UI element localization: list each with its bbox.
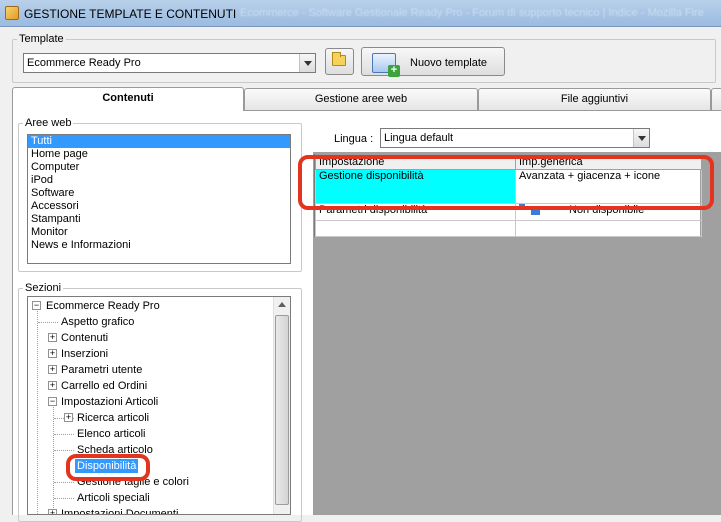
tree-node[interactable]: Contenuti: [61, 331, 108, 345]
tree-node[interactable]: Inserzioni: [61, 347, 108, 361]
tab-gestione-aree-web[interactable]: Gestione aree web: [244, 88, 478, 110]
tree-node[interactable]: Articoli speciali: [77, 491, 150, 505]
list-item[interactable]: Software: [28, 187, 290, 200]
new-template-icon: [372, 53, 400, 77]
chevron-down-icon[interactable]: [633, 129, 649, 147]
list-item[interactable]: Stampanti: [28, 213, 290, 226]
window-title: GESTIONE TEMPLATE E CONTENUTI: [24, 7, 237, 21]
window-titlebar[interactable]: GESTIONE TEMPLATE E CONTENUTI Ecommerce …: [0, 0, 721, 27]
tree-node[interactable]: Impostazioni Documenti: [61, 507, 178, 514]
sezioni-legend: Sezioni: [25, 282, 62, 294]
collapse-icon[interactable]: −: [48, 397, 57, 406]
template-select-value: Ecommerce Ready Pro: [27, 57, 141, 69]
template-select[interactable]: Ecommerce Ready Pro: [23, 53, 316, 73]
expand-icon[interactable]: +: [48, 381, 57, 390]
collapse-icon[interactable]: −: [32, 301, 41, 310]
tree-node[interactable]: Aspetto grafico: [61, 315, 134, 329]
expand-icon[interactable]: +: [48, 509, 57, 514]
table-cell[interactable]: Parametri disponibilità: [315, 203, 516, 221]
tree-node[interactable]: Carrello ed Ordini: [61, 379, 147, 393]
table-row[interactable]: [315, 220, 702, 237]
list-item[interactable]: Tutti: [28, 135, 290, 148]
tree-node[interactable]: Ricerca articoli: [77, 411, 149, 425]
tree-guide: [54, 450, 74, 451]
table-cell[interactable]: Non disponibile: [515, 203, 702, 221]
list-item[interactable]: Monitor: [28, 226, 290, 239]
list-item[interactable]: Accessori: [28, 200, 290, 213]
open-folder-button[interactable]: [325, 48, 354, 75]
sezioni-scrollbar[interactable]: [273, 297, 290, 514]
tree-guide: [38, 322, 58, 323]
expand-icon[interactable]: +: [64, 413, 73, 422]
scroll-thumb[interactable]: [275, 315, 289, 505]
tree-node[interactable]: Elenco articoli: [77, 427, 145, 441]
tab-file-aggiuntivi[interactable]: File aggiuntivi: [478, 88, 711, 110]
expand-icon[interactable]: +: [48, 349, 57, 358]
list-item[interactable]: iPod: [28, 174, 290, 187]
table-cell[interactable]: Avanzata + giacenza + icone: [515, 169, 702, 204]
tree-node[interactable]: Impostazioni Articoli: [61, 395, 158, 409]
tab-contenuti[interactable]: Contenuti: [12, 87, 244, 111]
list-item[interactable]: News e Informazioni: [28, 239, 290, 252]
list-item[interactable]: Computer: [28, 161, 290, 174]
aree-web-list[interactable]: Tutti Home page Computer iPod Software A…: [27, 134, 291, 264]
lingua-select[interactable]: Lingua default: [380, 128, 650, 148]
app-icon: [5, 6, 19, 20]
template-legend: Template: [19, 33, 64, 45]
chevron-down-icon[interactable]: [299, 54, 315, 72]
tree-node-selected[interactable]: Disponibilità: [75, 459, 139, 473]
tree-guide: [54, 498, 74, 499]
column-header-impostazione[interactable]: Impostazione: [315, 154, 516, 170]
table-cell[interactable]: [515, 220, 702, 237]
scroll-up-icon[interactable]: [274, 297, 290, 313]
table-cell[interactable]: Gestione disponibilità: [315, 169, 516, 204]
expand-icon[interactable]: +: [48, 333, 57, 342]
settings-grid[interactable]: Impostazione Imp.generica Gestione dispo…: [314, 154, 702, 237]
sezioni-tree[interactable]: − Ecommerce Ready Pro Aspetto grafico + …: [27, 296, 291, 515]
column-header-imp-generica[interactable]: Imp.generica: [515, 154, 702, 170]
lingua-select-value: Lingua default: [384, 132, 454, 144]
list-item[interactable]: Home page: [28, 148, 290, 161]
tree-guide: [37, 311, 38, 514]
availability-value: Non disponibile: [569, 204, 645, 217]
aree-web-legend: Aree web: [25, 117, 72, 129]
new-template-label: Nuovo template: [410, 57, 488, 69]
table-row[interactable]: Gestione disponibilità Avanzata + giacen…: [315, 169, 702, 204]
lingua-label: Lingua :: [334, 133, 374, 145]
blurred-background-caption: Ecommerce - Software Gestionale Ready Pr…: [240, 7, 704, 19]
tree-node[interactable]: Parametri utente: [61, 363, 142, 377]
table-row[interactable]: Parametri disponibilità Non disponibile: [315, 203, 702, 221]
new-template-button[interactable]: Nuovo template: [361, 47, 505, 77]
folder-icon: [332, 52, 346, 66]
expand-icon[interactable]: +: [48, 365, 57, 374]
availability-icon: [519, 204, 541, 217]
tree-node-root[interactable]: Ecommerce Ready Pro: [46, 299, 160, 313]
tree-guide: [54, 482, 74, 483]
tree-node[interactable]: Scheda articolo: [77, 443, 153, 457]
tree-node[interactable]: Gestione taglie e colori: [77, 475, 189, 489]
tab-more[interactable]: [711, 88, 721, 110]
table-cell[interactable]: [315, 220, 516, 237]
tree-guide: [54, 434, 74, 435]
